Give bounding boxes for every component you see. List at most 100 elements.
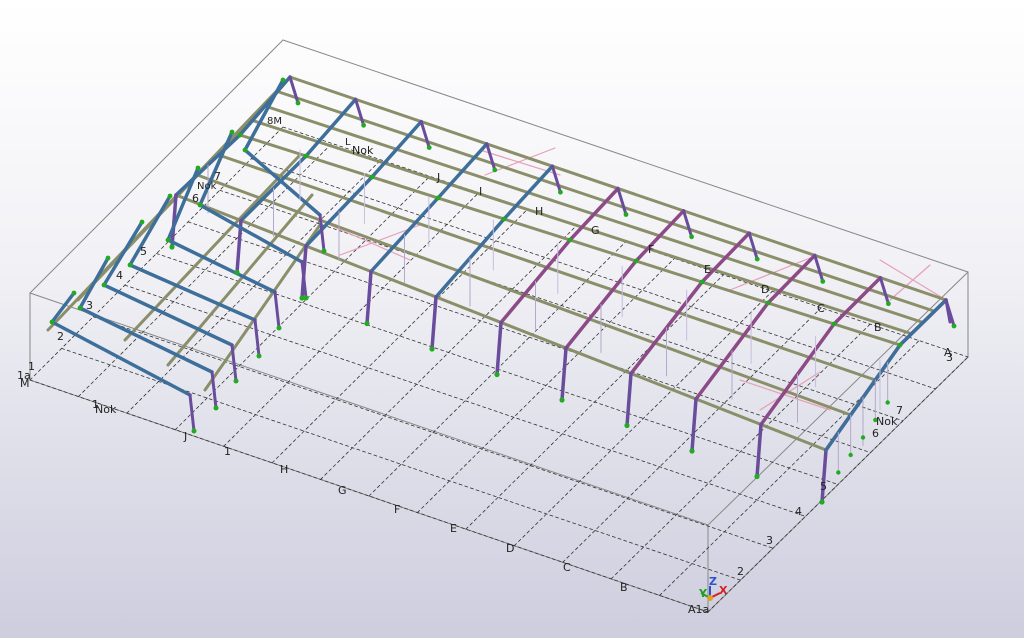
support-node xyxy=(295,100,301,106)
grid-label-col-5: 5 xyxy=(820,480,827,493)
axis-triad: Z X Y xyxy=(696,576,730,610)
support-node xyxy=(897,342,903,348)
purlin-members[interactable] xyxy=(46,75,948,452)
far-label-G: G xyxy=(591,224,600,237)
support-node xyxy=(361,122,366,128)
support-node xyxy=(494,371,500,378)
support-node xyxy=(429,346,435,352)
support-node xyxy=(165,237,171,243)
left-label-4: 4 xyxy=(116,269,123,282)
column xyxy=(944,298,952,324)
frame-label-L: L xyxy=(345,137,351,148)
column xyxy=(878,276,890,306)
column xyxy=(230,343,238,383)
far-label-H: H xyxy=(535,205,544,218)
left-label-5: 5 xyxy=(140,245,147,258)
support-node xyxy=(195,165,201,171)
bbox-edge xyxy=(282,39,969,273)
support-node xyxy=(229,129,235,135)
column xyxy=(820,448,828,504)
column xyxy=(288,75,300,105)
far-label-I: I xyxy=(479,185,483,198)
support-node xyxy=(105,255,111,261)
grid-line xyxy=(610,323,871,580)
model-viewport[interactable]: A1a B C D E F G H 1 J Nok 1 M 1a 1 2 3 4… xyxy=(0,0,1024,638)
support-node xyxy=(169,244,175,250)
support-node xyxy=(689,448,695,454)
column xyxy=(616,187,628,216)
bracing xyxy=(739,379,831,411)
grid-label-I: 1 xyxy=(224,445,231,458)
frame-label-8M: 8M xyxy=(267,116,282,127)
right-label-6: 6 xyxy=(872,427,879,440)
support-node xyxy=(848,452,853,458)
support-node xyxy=(819,499,825,505)
far-label-B: B xyxy=(874,321,882,334)
support-node xyxy=(492,167,498,173)
bbox-edge xyxy=(29,39,284,294)
right-label-7: 7 xyxy=(896,404,903,417)
column xyxy=(682,209,694,239)
support-node xyxy=(280,77,286,83)
axis-label-x: X xyxy=(719,584,728,597)
left-label-3: 3 xyxy=(86,299,93,312)
rafter xyxy=(166,238,277,294)
column xyxy=(485,142,497,172)
right-label-Nok: Nok xyxy=(876,415,898,428)
support-node xyxy=(364,320,370,327)
support-node xyxy=(567,237,573,243)
support-node xyxy=(127,262,133,268)
grid-label-col-4: 4 xyxy=(795,505,802,518)
support-node xyxy=(369,174,375,180)
support-node xyxy=(624,422,630,429)
left-label-6: 6 xyxy=(192,192,199,205)
support-node xyxy=(71,290,77,296)
column xyxy=(188,393,196,433)
far-label-F: F xyxy=(648,243,655,256)
support-node xyxy=(501,216,507,222)
support-node xyxy=(831,321,837,327)
column xyxy=(625,371,633,428)
support-node xyxy=(820,279,826,284)
column xyxy=(253,318,261,358)
grid-line xyxy=(513,290,773,547)
support-node xyxy=(951,323,957,329)
support-node xyxy=(256,353,262,359)
support-node xyxy=(886,301,891,307)
support-node xyxy=(885,400,890,405)
support-node xyxy=(435,195,441,201)
far-label-Nok: Nok xyxy=(352,144,374,157)
column xyxy=(550,164,562,194)
column xyxy=(365,269,373,326)
support-node xyxy=(623,212,629,217)
support-node xyxy=(699,279,705,285)
bbox-edge xyxy=(29,292,709,526)
grid-label-F: F xyxy=(394,503,401,516)
rafter xyxy=(50,320,192,397)
support-node xyxy=(754,256,760,262)
rafter xyxy=(198,203,304,264)
grid-label-col-2: 2 xyxy=(737,565,744,578)
support-node xyxy=(633,258,639,264)
support-node xyxy=(689,234,694,240)
grid-label-J: J xyxy=(184,430,188,443)
support-node xyxy=(191,428,197,434)
support-node xyxy=(139,219,145,225)
grid-label-L: 1 xyxy=(92,398,99,411)
left-label-2: 2 xyxy=(57,330,64,343)
support-node xyxy=(321,248,327,254)
column xyxy=(755,422,763,479)
grid-label-D: D xyxy=(506,542,515,555)
far-label-J: J xyxy=(437,171,441,184)
column xyxy=(419,120,431,150)
column xyxy=(747,231,759,261)
grid-label-G: G xyxy=(338,484,347,497)
support-node xyxy=(237,132,243,138)
rafter xyxy=(238,75,292,137)
grid-label-H: H xyxy=(280,463,289,476)
support-node xyxy=(765,300,771,306)
column xyxy=(813,253,825,283)
grid-line xyxy=(250,158,936,390)
far-label-D: D xyxy=(761,283,770,296)
far-label-E: E xyxy=(704,263,711,276)
